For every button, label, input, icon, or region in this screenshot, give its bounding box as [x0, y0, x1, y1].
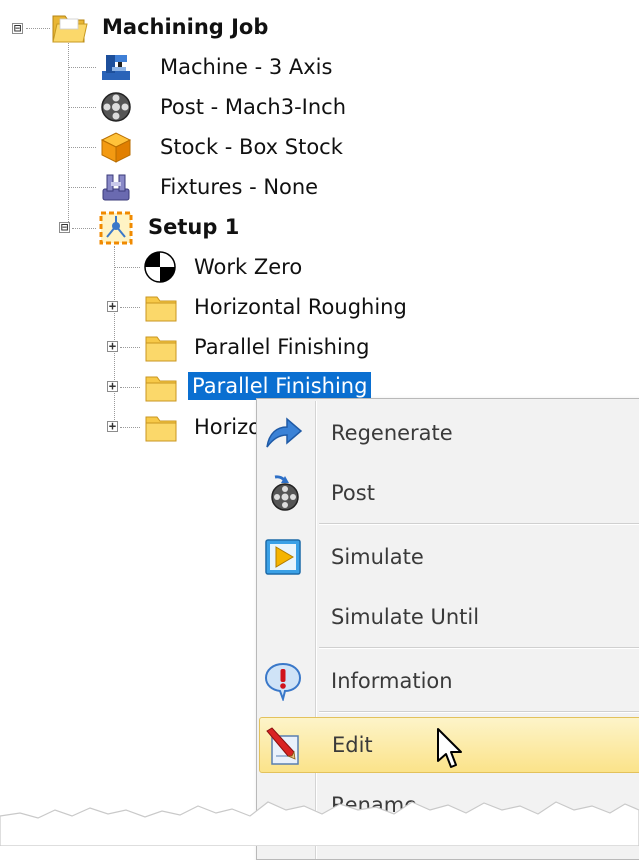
tree-connector	[68, 147, 96, 148]
setup-icon	[98, 210, 134, 246]
tree-connector	[26, 28, 50, 29]
mouse-pointer-icon	[436, 727, 464, 771]
menu-item-label: Information	[331, 669, 453, 693]
tree-connector	[120, 427, 140, 428]
menu-item-label: Edit	[332, 733, 373, 757]
menu-separator	[319, 523, 639, 525]
expand-toggle[interactable]: +	[107, 300, 118, 312]
tree-item-parallel-finishing[interactable]: Parallel Finishing	[194, 333, 369, 361]
tree-item-post[interactable]: Post - Mach3-Inch	[160, 93, 346, 121]
post-reel-icon	[98, 89, 134, 125]
tree-connector	[68, 36, 69, 228]
folder-icon	[144, 331, 178, 363]
menu-item-simulate[interactable]: Simulate	[257, 529, 639, 585]
tree-connector	[114, 267, 140, 268]
menu-separator	[319, 647, 639, 649]
post-reel-icon	[263, 473, 303, 513]
folder-open-icon	[50, 8, 90, 48]
menu-item-simulate-until[interactable]: Simulate Until	[257, 589, 639, 645]
menu-item-label: Simulate Until	[331, 605, 480, 629]
tree-item-horizontal-partial[interactable]: Horizo	[194, 413, 261, 441]
menu-item-information[interactable]: Information	[257, 653, 639, 709]
fixtures-icon	[98, 169, 134, 205]
expand-toggle[interactable]: +	[107, 420, 118, 432]
folder-icon	[144, 291, 178, 323]
information-icon	[263, 661, 303, 701]
work-zero-icon	[142, 249, 178, 285]
menu-item-regenerate[interactable]: Regenerate	[257, 405, 639, 461]
tree-item-machine[interactable]: Machine - 3 Axis	[160, 53, 332, 81]
collapse-toggle-setup[interactable]: ⊟	[59, 221, 70, 233]
tree-connector	[68, 187, 96, 188]
tree-item-horizontal-roughing[interactable]: Horizontal Roughing	[194, 293, 407, 321]
menu-item-label: Simulate	[331, 545, 424, 569]
tree-connector	[120, 347, 140, 348]
collapse-toggle-root[interactable]: ⊟	[12, 22, 23, 34]
tree-item-parallel-finishing-selected[interactable]: Parallel Finishing	[188, 372, 372, 400]
tree-root-label[interactable]: Machining Job	[102, 13, 268, 41]
expand-toggle[interactable]: +	[107, 380, 118, 392]
tree-connector	[68, 67, 96, 68]
tree-item-setup[interactable]: Setup 1	[148, 213, 239, 241]
menu-item-label: Post	[331, 481, 375, 505]
menu-item-label: Regenerate	[331, 421, 453, 445]
menu-item-post[interactable]: Post	[257, 465, 639, 521]
tree-connector	[68, 107, 96, 108]
tree-item-stock[interactable]: Stock - Box Stock	[160, 133, 343, 161]
machine-icon	[98, 49, 134, 85]
tree-connector	[120, 307, 140, 308]
stock-box-icon	[98, 129, 134, 165]
expand-toggle[interactable]: +	[107, 340, 118, 352]
tree-connector	[114, 246, 115, 430]
tree-item-fixtures[interactable]: Fixtures - None	[160, 173, 318, 201]
folder-icon	[144, 371, 178, 403]
folder-icon	[144, 411, 178, 443]
torn-edge-decoration	[0, 780, 639, 847]
menu-separator	[319, 711, 639, 713]
regenerate-arrow-icon	[263, 413, 303, 453]
tree-connector	[120, 387, 140, 388]
edit-pencil-icon	[264, 726, 304, 766]
tree-connector	[72, 228, 96, 229]
simulate-play-icon	[263, 537, 303, 577]
tree-item-work-zero[interactable]: Work Zero	[194, 253, 302, 281]
